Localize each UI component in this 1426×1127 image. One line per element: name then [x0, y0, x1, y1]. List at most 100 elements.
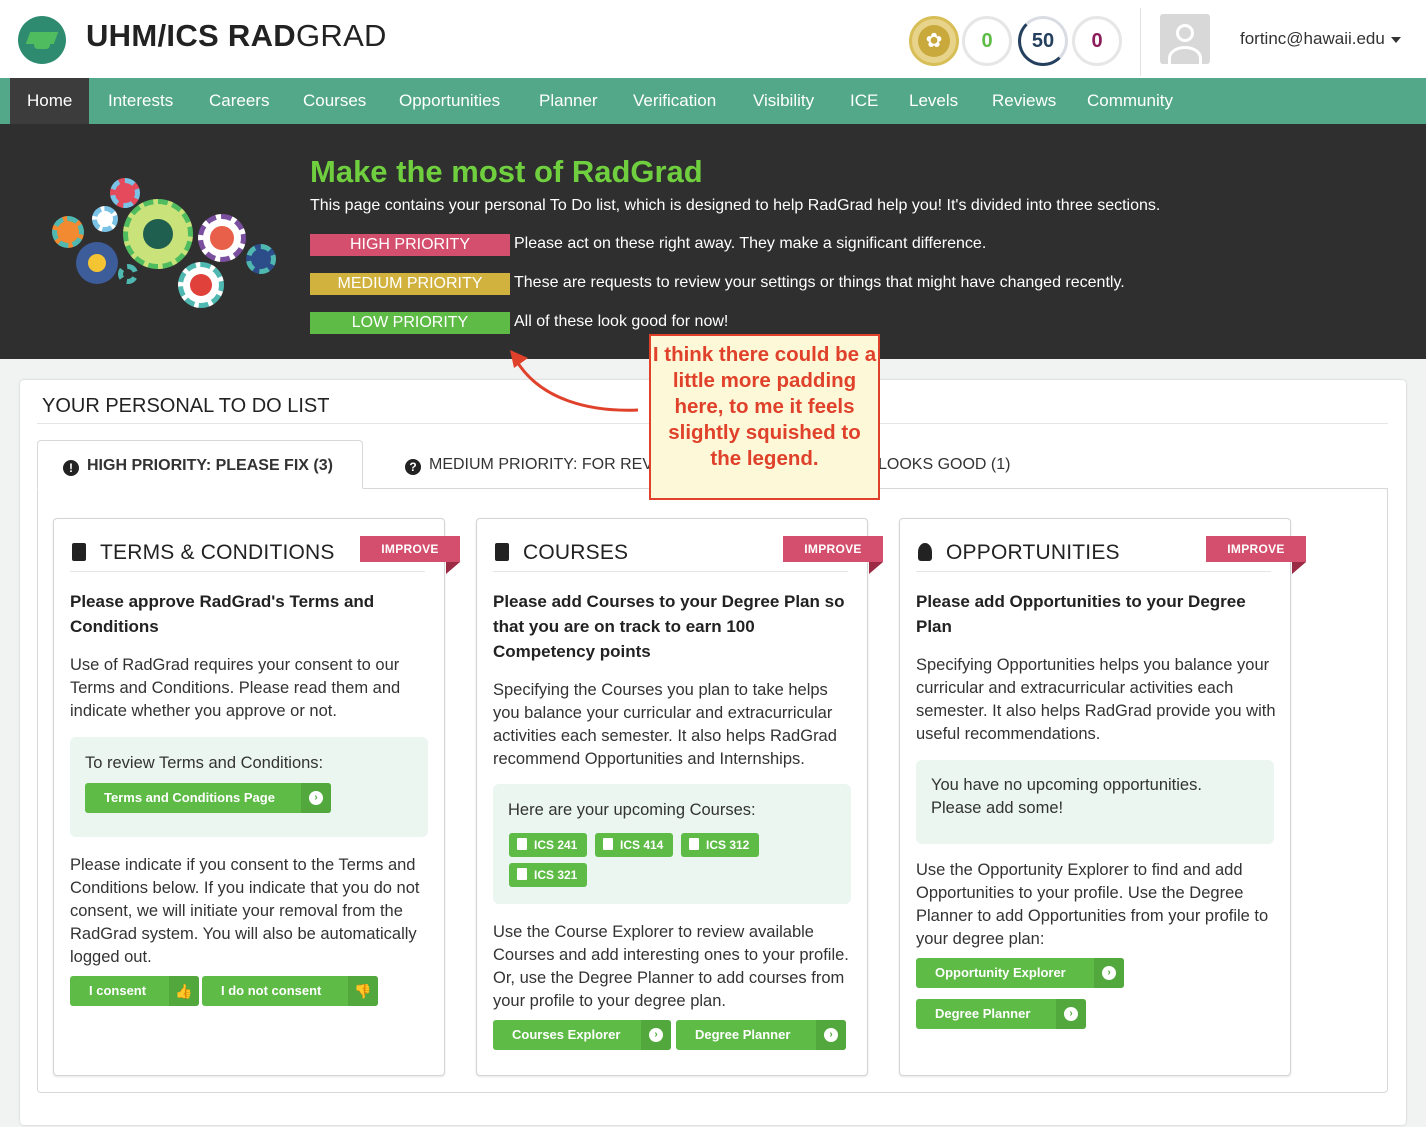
- nav-home[interactable]: Home: [10, 78, 90, 124]
- main-nav: Home Interests Careers Courses Opportuni…: [0, 78, 1426, 124]
- opportunities-card: OPPORTUNITIES IMPROVE Please add Opportu…: [899, 518, 1306, 1076]
- banner-intro: This page contains your personal To Do l…: [310, 197, 1161, 214]
- no-opportunities-box: You have no upcoming opportunities. Plea…: [916, 760, 1274, 844]
- radgrad-logo[interactable]: [18, 16, 66, 64]
- competency-points[interactable]: 50: [1018, 16, 1068, 66]
- opportunity-explorer-label: Opportunity Explorer: [935, 965, 1066, 980]
- nav-opportunities[interactable]: Opportunities: [382, 78, 517, 124]
- nav-ice[interactable]: ICE: [833, 78, 895, 124]
- no-consent-button[interactable]: I do not consent 👎: [202, 976, 378, 1006]
- arrow-circle-right-icon: ›: [816, 1020, 846, 1050]
- opportunities-degree-planner-label: Degree Planner: [935, 1006, 1031, 1021]
- top-header: UHM/ICS RADGRAD ✿ 0 50 0 fortinc@hawaii.…: [0, 0, 1426, 78]
- terms-page-button[interactable]: Terms and Conditions Page ›: [85, 783, 331, 813]
- degree-planner-label: Degree Planner: [695, 1027, 791, 1042]
- improve-ribbon: IMPROVE: [360, 536, 460, 574]
- tab-medium-label: MEDIUM PRIORITY: FOR REVIEW: [429, 456, 684, 473]
- level-medal-icon[interactable]: ✿: [909, 16, 959, 66]
- courses-explorer-label: Courses Explorer: [512, 1027, 621, 1042]
- terms-box-text: To review Terms and Conditions:: [85, 754, 324, 772]
- course-chip-label: ICS 414: [620, 838, 664, 852]
- nav-careers[interactable]: Careers: [192, 78, 286, 124]
- tab-high-priority[interactable]: ! HIGH PRIORITY: PLEASE FIX (3): [37, 440, 363, 489]
- experience-points[interactable]: 0: [1072, 16, 1122, 66]
- arrow-circle-right-icon: ›: [1056, 999, 1086, 1029]
- terms-review-box: To review Terms and Conditions: Terms an…: [70, 737, 428, 837]
- review-annotation: I think there could be a little more pad…: [649, 334, 880, 500]
- terms-card: TERMS & CONDITIONS IMPROVE Please approv…: [53, 518, 460, 1076]
- thumbs-down-icon: 👎: [348, 976, 378, 1006]
- degree-planner-button[interactable]: Degree Planner ›: [676, 1020, 846, 1050]
- terms-description: Use of RadGrad requires your consent to …: [70, 656, 401, 720]
- no-consent-label: I do not consent: [221, 983, 322, 998]
- nav-visibility[interactable]: Visibility: [736, 78, 831, 124]
- book-icon: [495, 543, 509, 561]
- opportunities-degree-planner-button[interactable]: Degree Planner ›: [916, 999, 1086, 1029]
- annotation-arrow-icon: [510, 350, 639, 412]
- avatar[interactable]: [1160, 14, 1210, 64]
- courses-box-text: Here are your upcoming Courses:: [508, 801, 756, 819]
- course-chip-label: ICS 241: [534, 838, 578, 852]
- header-divider: [1140, 8, 1141, 76]
- legend-low-priority: LOW PRIORITY: [310, 312, 510, 334]
- arrow-circle-right-icon: ›: [301, 783, 331, 813]
- courses-card-title: COURSES: [495, 541, 628, 565]
- file-text-icon: [72, 543, 86, 561]
- brand-bold: UHM/ICS RAD: [86, 18, 296, 53]
- tab-looks-good[interactable]: LOOKS GOOD (1): [870, 440, 1018, 489]
- nav-reviews[interactable]: Reviews: [975, 78, 1073, 124]
- course-chip[interactable]: ICS 312: [681, 833, 760, 857]
- terms-consent-description: Please indicate if you consent to the Te…: [70, 856, 420, 966]
- opportunities-card-title: OPPORTUNITIES: [918, 541, 1120, 565]
- innovation-points[interactable]: 0: [962, 16, 1012, 66]
- nav-community[interactable]: Community: [1070, 78, 1190, 124]
- banner-title: Make the most of RadGrad: [310, 154, 703, 189]
- course-chip[interactable]: ICS 414: [595, 833, 674, 857]
- course-chip-label: ICS 312: [706, 838, 750, 852]
- courses-heading: Please add Courses to your Degree Plan s…: [493, 592, 845, 661]
- user-email: fortinc@hawaii.edu: [1240, 29, 1385, 48]
- nav-verification[interactable]: Verification: [616, 78, 733, 124]
- courses-card: COURSES IMPROVE Please add Courses to yo…: [476, 518, 883, 1076]
- opportunities-heading: Please add Opportunities to your Degree …: [916, 592, 1246, 636]
- user-menu[interactable]: fortinc@hawaii.edu: [1240, 29, 1401, 49]
- brand-title[interactable]: UHM/ICS RADGRAD: [86, 18, 387, 54]
- course-chip[interactable]: ICS 321: [509, 863, 588, 887]
- legend-medium-desc: These are requests to review your settin…: [514, 274, 1125, 291]
- terms-card-title: TERMS & CONDITIONS: [72, 541, 335, 565]
- book-icon: [517, 868, 527, 880]
- nav-interests[interactable]: Interests: [91, 78, 190, 124]
- courses-explorer-button[interactable]: Courses Explorer ›: [493, 1020, 671, 1050]
- arrow-circle-right-icon: ›: [1094, 958, 1124, 988]
- book-icon: [603, 838, 613, 850]
- card-divider: [493, 571, 848, 572]
- brand-light: GRAD: [295, 18, 387, 53]
- question-circle-icon: ?: [405, 459, 421, 475]
- legend-low-desc: All of these look good for now!: [514, 313, 729, 330]
- opportunities-box-text: You have no upcoming opportunities. Plea…: [931, 776, 1202, 817]
- courses-description: Specifying the Courses you plan to take …: [493, 681, 837, 768]
- opportunities-explorer-description: Use the Opportunity Explorer to find and…: [916, 861, 1269, 948]
- improve-ribbon: IMPROVE: [1206, 536, 1306, 574]
- courses-explorer-description: Use the Course Explorer to review availa…: [493, 923, 849, 1010]
- arrow-circle-right-icon: ›: [641, 1020, 671, 1050]
- card-divider: [70, 571, 425, 572]
- opportunities-title-text: OPPORTUNITIES: [946, 541, 1120, 564]
- course-chip[interactable]: ICS 241: [509, 833, 588, 857]
- intro-banner: Make the most of RadGrad This page conta…: [0, 124, 1426, 359]
- lightbulb-icon: [918, 543, 932, 561]
- nav-levels[interactable]: Levels: [892, 78, 975, 124]
- tab-high-label: HIGH PRIORITY: PLEASE FIX (3): [87, 457, 333, 474]
- opportunity-explorer-button[interactable]: Opportunity Explorer ›: [916, 958, 1124, 988]
- consent-button[interactable]: I consent 👍: [70, 976, 199, 1006]
- improve-ribbon: IMPROVE: [783, 536, 883, 574]
- legend-high-desc: Please act on these right away. They mak…: [514, 235, 987, 252]
- nav-planner[interactable]: Planner: [522, 78, 615, 124]
- nav-courses[interactable]: Courses: [286, 78, 383, 124]
- gears-illustration-icon: [48, 174, 278, 309]
- course-chip-label: ICS 321: [534, 868, 578, 882]
- tab-good-label: LOOKS GOOD (1): [878, 456, 1011, 473]
- card-divider: [916, 571, 1271, 572]
- upcoming-courses-box: Here are your upcoming Courses: ICS 241 …: [493, 784, 851, 904]
- chevron-down-icon: [1390, 36, 1401, 43]
